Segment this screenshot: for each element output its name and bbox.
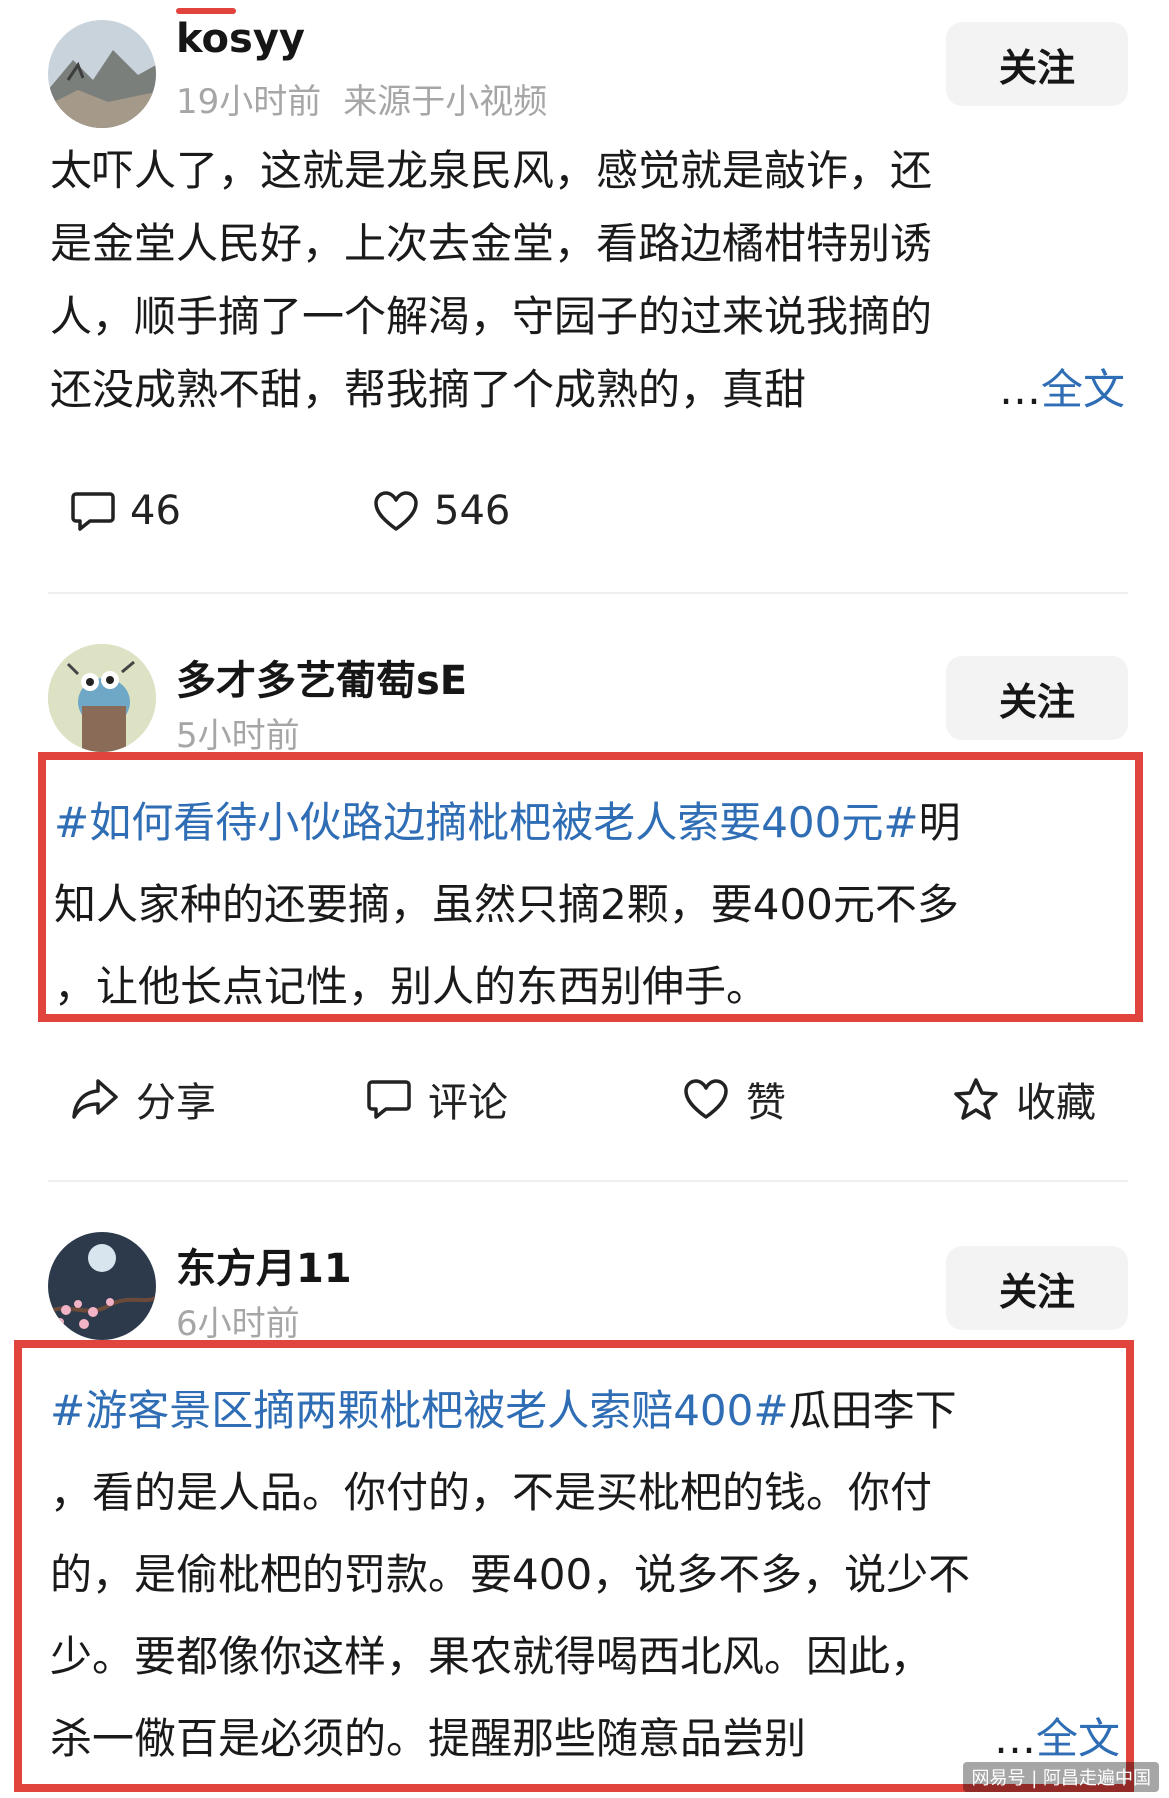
body-line: 人，顺手摘了一个解渴，守园子的过来说我摘的 bbox=[50, 292, 933, 341]
username[interactable]: 多才多艺葡萄sE bbox=[176, 648, 467, 706]
post-body: 太吓人了，这就是龙泉民风，感觉就是敲诈，还 是金堂人民好，上次去金堂，看路边橘柑… bbox=[50, 134, 1125, 426]
like-count-button[interactable]: 546 bbox=[372, 488, 510, 534]
post-time: 19小时前 bbox=[176, 82, 322, 122]
ellipsis: … bbox=[993, 1714, 1036, 1763]
comment-button[interactable]: 评论 bbox=[366, 1070, 508, 1128]
expand-full-text-link[interactable]: 全文 bbox=[1036, 1714, 1120, 1763]
body-line: 是金堂人民好，上次去金堂，看路边橘柑特别诱 bbox=[50, 219, 933, 268]
heart-icon bbox=[374, 491, 418, 531]
hashtag-link[interactable]: #如何看待小伙路边摘枇杷被老人索要400元# bbox=[54, 798, 919, 847]
expand-full-text-link[interactable]: 全文 bbox=[1041, 365, 1125, 414]
post-time: 6小时前 bbox=[176, 1304, 300, 1344]
post-source: 来源于小视频 bbox=[343, 82, 548, 122]
share-label: 分享 bbox=[136, 1080, 216, 1126]
like-count: 546 bbox=[434, 488, 511, 534]
ellipsis: … bbox=[998, 365, 1041, 414]
avatar[interactable] bbox=[48, 644, 156, 752]
hashtag-link[interactable]: #游客景区摘两颗枇杷被老人索赔400# bbox=[50, 1386, 789, 1435]
comment-icon bbox=[367, 1080, 411, 1119]
body-text-fragment: 瓜田李下 bbox=[788, 1386, 957, 1435]
share-button[interactable]: 分享 bbox=[70, 1070, 216, 1128]
star-icon bbox=[954, 1078, 998, 1120]
post-time: 5小时前 bbox=[176, 716, 300, 756]
post-meta: 19小时前 来源于小视频 bbox=[176, 74, 547, 123]
like-button[interactable]: 赞 bbox=[682, 1070, 786, 1128]
heart-icon bbox=[684, 1079, 728, 1119]
avatar[interactable] bbox=[48, 20, 156, 128]
follow-button[interactable]: 关注 bbox=[946, 656, 1128, 740]
watermark: 网易号 | 阿昌走遍中国 bbox=[963, 1762, 1159, 1792]
body-line: 还没成熟不甜，帮我摘了个成熟的，真甜 bbox=[50, 365, 807, 414]
body-line: 知人家种的还要摘，虽然只摘2颗，要400元不多 bbox=[54, 880, 959, 929]
username[interactable]: 东方月11 bbox=[176, 1236, 352, 1294]
body-line: 的，是偷枇杷的罚款。要400，说多不多，说少不 bbox=[50, 1550, 971, 1599]
divider bbox=[48, 1180, 1128, 1182]
post-body: #如何看待小伙路边摘枇杷被老人索要400元#明 知人家种的还要摘，虽然只摘2颗，… bbox=[54, 782, 1124, 1028]
body-line: ，让他长点记性，别人的东西别伸手。 bbox=[54, 962, 769, 1011]
body-text-fragment: 明 bbox=[918, 798, 961, 847]
comment-icon bbox=[71, 492, 115, 531]
body-line: 少。要都像你这样，果农就得喝西北风。因此， bbox=[50, 1632, 933, 1681]
follow-button[interactable]: 关注 bbox=[946, 22, 1128, 106]
post-body: #游客景区摘两颗枇杷被老人索赔400#瓜田李下 ，看的是人品。你付的，不是买枇杷… bbox=[50, 1370, 1120, 1780]
comment-count-button[interactable]: 46 bbox=[70, 488, 181, 534]
body-line: 杀一儆百是必须的。提醒那些随意品尝别 bbox=[50, 1714, 807, 1763]
like-label: 赞 bbox=[746, 1080, 786, 1126]
comment-label: 评论 bbox=[428, 1080, 508, 1126]
body-line: ，看的是人品。你付的，不是买枇杷的钱。你付 bbox=[50, 1468, 933, 1517]
avatar[interactable] bbox=[48, 1232, 156, 1340]
follow-button[interactable]: 关注 bbox=[946, 1246, 1128, 1330]
share-icon bbox=[72, 1079, 118, 1119]
username[interactable]: kosyy bbox=[176, 16, 305, 62]
body-line: 太吓人了，这就是龙泉民风，感觉就是敲诈，还 bbox=[50, 146, 933, 195]
divider bbox=[48, 592, 1128, 594]
comment-count: 46 bbox=[130, 488, 181, 534]
favorite-label: 收藏 bbox=[1016, 1080, 1096, 1126]
top-accent-bar bbox=[176, 8, 236, 14]
favorite-button[interactable]: 收藏 bbox=[952, 1070, 1096, 1128]
